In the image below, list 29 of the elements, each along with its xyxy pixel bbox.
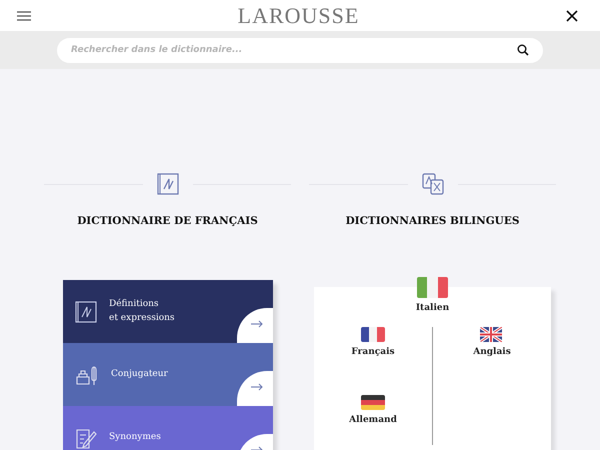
menu-label: Définitions et expressions	[109, 298, 175, 324]
search-bar[interactable]: Rechercher dans le dictionnaire...	[57, 38, 543, 62]
language-link[interactable]: Allemand	[349, 395, 397, 425]
language-link[interactable]: Anglais	[473, 327, 511, 357]
flag-icon	[480, 327, 504, 342]
flag-icon	[361, 395, 385, 410]
language-link[interactable]: Français	[351, 327, 395, 357]
logo[interactable]: LAROUSSE	[238, 2, 360, 28]
dictionary-icon	[75, 300, 97, 322]
arrow-icon	[251, 383, 263, 391]
arrow-icon	[251, 320, 263, 328]
arrow-corner[interactable]	[237, 308, 273, 343]
note-pen-icon	[75, 426, 97, 448]
arrow-corner[interactable]	[237, 371, 273, 406]
section-title: DICTIONNAIRE DE FRANÇAIS	[77, 215, 258, 227]
dictionary-icon	[156, 173, 178, 195]
menu-icon[interactable]	[17, 10, 31, 20]
flag-icon	[361, 327, 385, 342]
menu-link[interactable]: Synonymes	[63, 406, 273, 450]
language-link[interactable]: Italien	[416, 277, 450, 313]
translate-icon	[422, 173, 444, 195]
menu-link[interactable]: Conjugateur	[63, 343, 273, 406]
menu-link[interactable]: Définitions et expressions	[63, 280, 273, 343]
ink-quill-icon	[75, 364, 99, 386]
menu-label: Synonymes	[109, 430, 161, 444]
menu-label: Conjugateur	[111, 368, 168, 381]
close-icon[interactable]	[566, 10, 578, 22]
search-icon[interactable]	[517, 44, 529, 56]
section-title: DICTIONNAIRES BILINGUES	[346, 215, 520, 227]
